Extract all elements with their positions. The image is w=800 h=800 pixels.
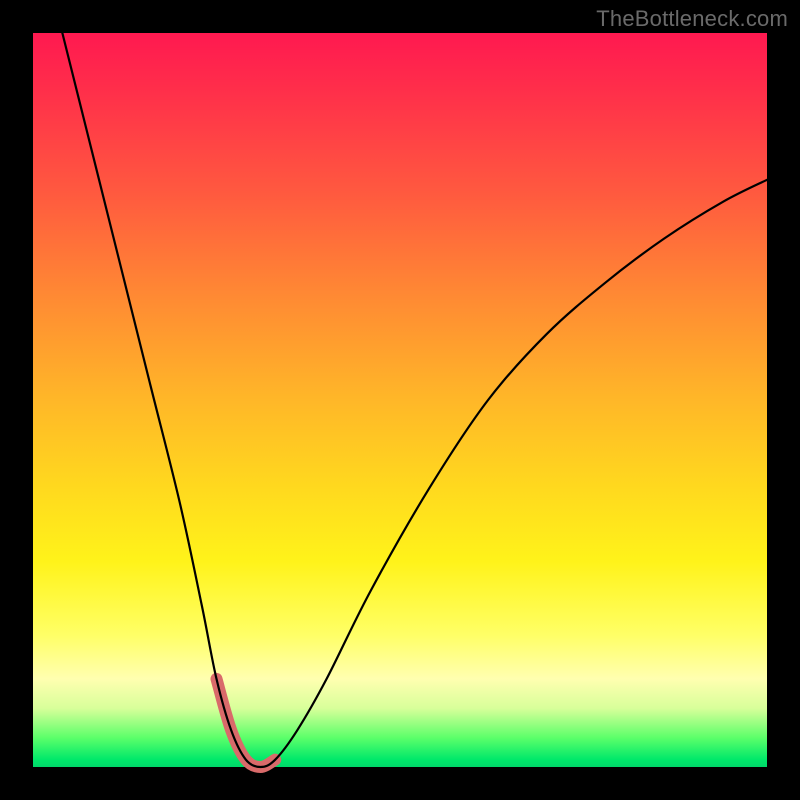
- watermark-text: TheBottleneck.com: [596, 6, 788, 32]
- bottleneck-curve: [62, 33, 767, 767]
- plot-area: [33, 33, 767, 767]
- chart-frame: TheBottleneck.com: [0, 0, 800, 800]
- curve-svg: [33, 33, 767, 767]
- curve-highlight: [217, 679, 276, 767]
